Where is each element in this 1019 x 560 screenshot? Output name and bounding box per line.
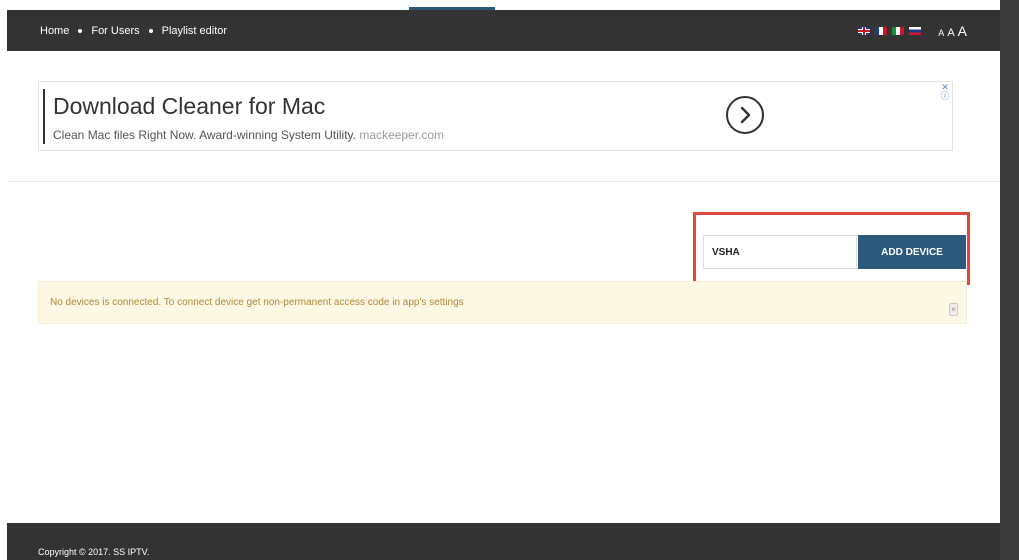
font-size-controls: A A A xyxy=(935,23,967,39)
top-navigation: Home For Users Playlist editor A A A xyxy=(7,10,1000,51)
ad-domain: mackeeper.com xyxy=(359,128,445,142)
ad-subtitle: Clean Mac files Right Now. Award-winning… xyxy=(53,128,444,142)
copyright-text: Copyright © 2017. SS IPTV. xyxy=(38,547,150,557)
breadcrumb-playlist-editor[interactable]: Playlist editor xyxy=(162,25,227,37)
flag-it-icon[interactable] xyxy=(892,26,905,35)
breadcrumb-home[interactable]: Home xyxy=(40,25,69,37)
bullet-separator-icon xyxy=(78,28,83,33)
nav-right-controls: A A A xyxy=(853,10,967,51)
breadcrumb-for-users[interactable]: For Users xyxy=(91,25,139,37)
flag-ru-icon[interactable] xyxy=(909,26,922,35)
close-icon[interactable]: × xyxy=(949,303,958,316)
ad-accent-bar xyxy=(43,89,45,144)
font-size-large-button[interactable]: A xyxy=(958,23,967,39)
ad-subtitle-text: Clean Mac files Right Now. Award-winning… xyxy=(53,128,356,142)
access-code-input[interactable] xyxy=(703,235,857,269)
section-divider xyxy=(7,181,1000,182)
ad-banner[interactable]: Download Cleaner for Mac Clean Mac files… xyxy=(38,81,953,151)
alert-message: No devices is connected. To connect devi… xyxy=(50,297,464,308)
no-devices-alert: No devices is connected. To connect devi… xyxy=(38,281,967,324)
flag-uk-icon[interactable] xyxy=(858,26,871,35)
ad-close-icon[interactable]: ✕ ⓘ xyxy=(940,83,950,101)
scrollbar-track[interactable] xyxy=(1000,0,1019,560)
font-size-medium-button[interactable]: A xyxy=(947,27,954,39)
bullet-separator-icon xyxy=(148,28,153,33)
add-device-button[interactable]: ADD DEVICE xyxy=(858,235,966,269)
font-size-small-button[interactable]: A xyxy=(938,28,944,38)
flag-fr-icon[interactable] xyxy=(875,26,888,35)
ad-title[interactable]: Download Cleaner for Mac xyxy=(53,93,325,120)
chevron-right-icon[interactable] xyxy=(726,96,764,134)
page: Home For Users Playlist editor A A A Dow… xyxy=(0,0,1019,560)
breadcrumb: Home For Users Playlist editor xyxy=(40,10,227,51)
footer: Copyright © 2017. SS IPTV. xyxy=(7,523,1000,560)
